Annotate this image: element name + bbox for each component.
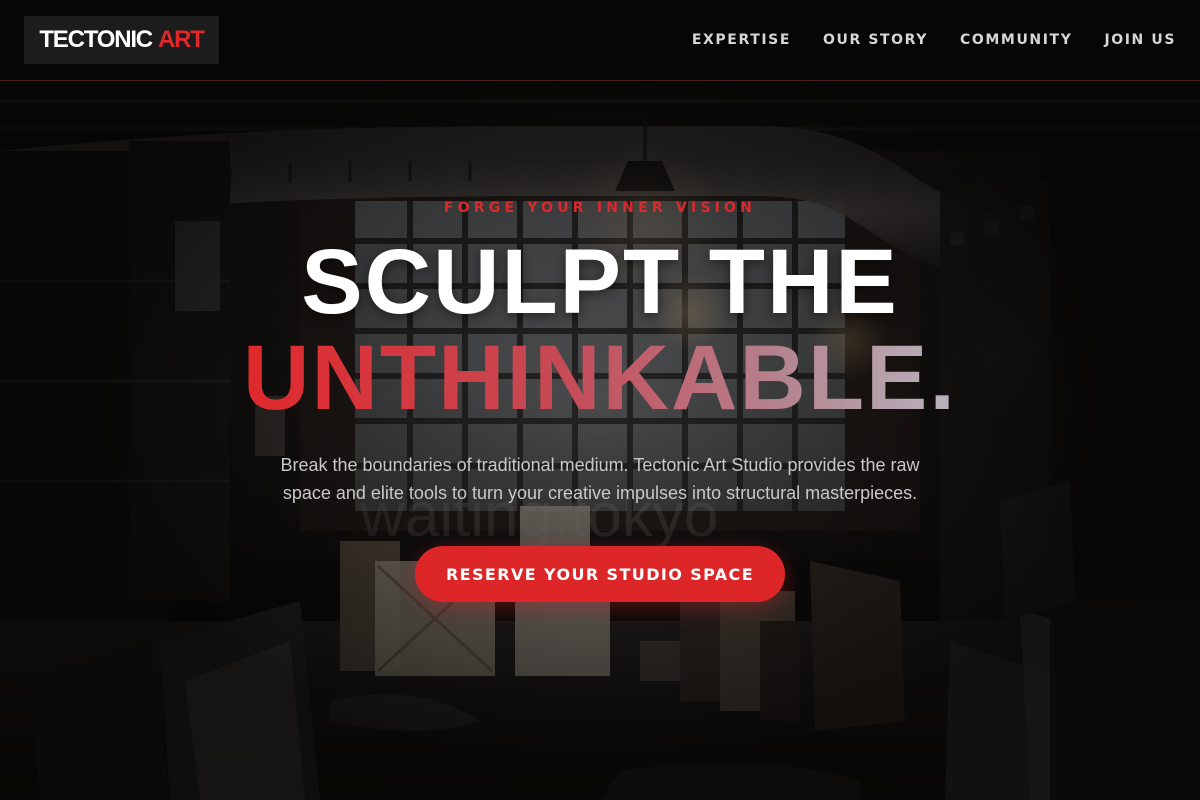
site-header: TECTONIC ART EXPERTISE OUR STORY COMMUNIT… bbox=[0, 0, 1200, 81]
hero-background-image: waiting.tokyo bbox=[0, 81, 1200, 800]
main-nav: EXPERTISE OUR STORY COMMUNITY JOIN US bbox=[692, 0, 1176, 80]
hero-headline-line1: SCULPT THE bbox=[301, 231, 899, 333]
reserve-studio-button[interactable]: RESERVE YOUR STUDIO SPACE bbox=[415, 546, 785, 602]
nav-link-expertise[interactable]: EXPERTISE bbox=[692, 32, 791, 48]
hero-headline-line2: UNTHINKABLE. bbox=[0, 328, 1200, 428]
nav-link-community[interactable]: COMMUNITY bbox=[960, 32, 1072, 48]
hero-section: waiting.tokyo bbox=[0, 81, 1200, 800]
brand-name-accent: ART bbox=[157, 26, 205, 53]
brand-name: TECTONIC bbox=[39, 26, 153, 53]
nav-link-our-story[interactable]: OUR STORY bbox=[823, 32, 928, 48]
hero-description: Break the boundaries of traditional medi… bbox=[280, 455, 920, 503]
hero-headline-line2-text: UNTHINKABLE. bbox=[243, 327, 957, 429]
hero-eyebrow: FORGE YOUR INNER VISION bbox=[443, 200, 757, 216]
nav-link-join-us[interactable]: JOIN US bbox=[1104, 32, 1176, 48]
brand-logo[interactable]: TECTONIC ART bbox=[24, 16, 219, 64]
